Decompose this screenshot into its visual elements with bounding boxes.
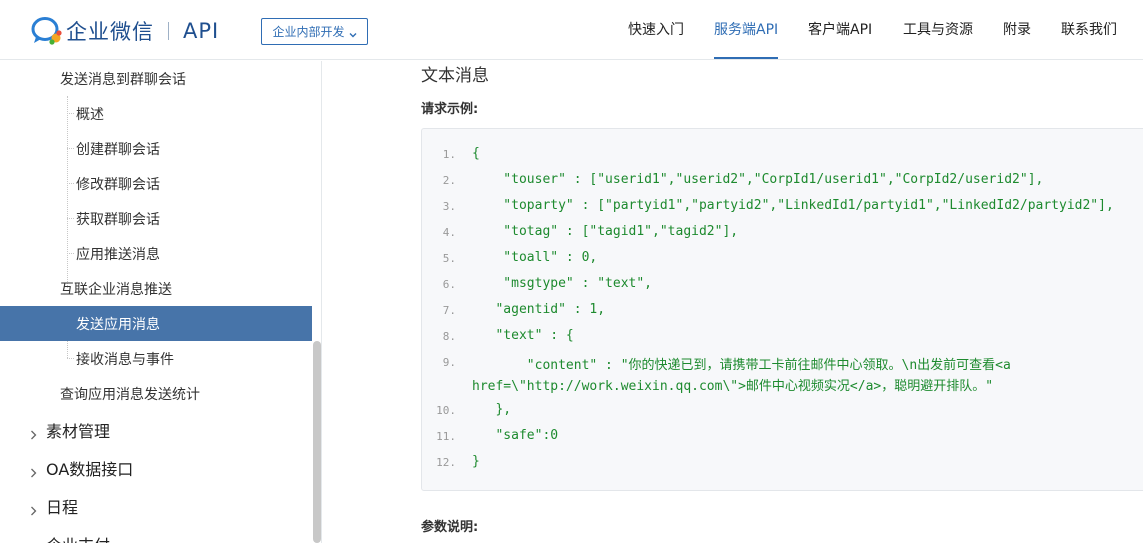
nav-server-api[interactable]: 服务端API — [714, 0, 779, 60]
chevron-right-icon — [30, 539, 37, 543]
main-content: 文本消息 请求示例: 1. {2. "touser" : ["userid1","… — [322, 61, 1143, 543]
sidebar-item-label: 素材管理 — [46, 422, 111, 441]
line-number: 10. — [436, 404, 456, 417]
code-text: } — [472, 454, 480, 469]
sidebar-item-label: 创建群聊会话 — [76, 141, 160, 158]
code-text: "text" : { — [472, 328, 574, 343]
sidebar-item-oa-data-api[interactable]: OA数据接口 — [0, 449, 312, 487]
sidebar-item-send-app-message[interactable]: 发送应用消息 — [0, 306, 312, 341]
code-text: "touser" : ["userid1","userid2","CorpId1… — [472, 172, 1044, 187]
code-text: "safe":0 — [472, 428, 559, 443]
line-number: 4. — [442, 226, 456, 239]
sidebar-item-create-group-chat[interactable]: 创建群聊会话 — [0, 131, 312, 166]
sidebar-item-schedule[interactable]: 日程 — [0, 487, 312, 525]
code-text: "msgtype" : "text", — [472, 276, 653, 291]
sidebar-item-modify-group-chat[interactable]: 修改群聊会话 — [0, 166, 312, 201]
chevron-right-icon — [30, 501, 37, 516]
dropdown-label: 企业内部开发 — [272, 25, 345, 39]
sidebar: 发送消息到群聊会话 概述 创建群聊会话 修改群聊会话 获取群聊会话 应用推送消息… — [0, 61, 322, 543]
sidebar-item-app-push-message[interactable]: 应用推送消息 — [0, 236, 312, 271]
sidebar-item-label: 发送应用消息 — [76, 316, 160, 333]
sidebar-item-label: 获取群聊会话 — [76, 211, 160, 228]
sidebar-item-linked-corp-push[interactable]: 互联企业消息推送 — [0, 271, 312, 306]
nav-client-api[interactable]: 客户端API — [808, 0, 872, 60]
sidebar-scrollbar[interactable] — [313, 341, 321, 543]
sidebar-item-overview[interactable]: 概述 — [0, 96, 312, 131]
sidebar-item-label: OA数据接口 — [46, 460, 134, 479]
logo[interactable]: 企业微信 API — [30, 17, 219, 45]
dev-type-dropdown[interactable]: 企业内部开发 — [261, 18, 368, 45]
sidebar-item-label: 日程 — [46, 498, 79, 517]
logo-api-text: API — [183, 19, 220, 43]
code-block[interactable]: 1. {2. "touser" : ["userid1","userid2","C… — [421, 128, 1143, 491]
chevron-right-icon — [30, 463, 37, 478]
sidebar-item-enterprise-payment[interactable]: 企业支付 — [0, 525, 312, 543]
code-text: "content" : "你的快递已到，请携带工卡前往邮件中心领取。\n出发前可… — [472, 358, 1011, 373]
sidebar-item-label: 发送消息到群聊会话 — [60, 71, 186, 88]
nav-contact-us[interactable]: 联系我们 — [1061, 0, 1117, 60]
line-number: 2. — [442, 174, 456, 187]
section-title: 文本消息 — [421, 66, 489, 86]
nav-quick-start[interactable]: 快速入门 — [628, 0, 684, 60]
top-header: 企业微信 API 企业内部开发 快速入门 服务端API 客户端API 工具与资源… — [0, 0, 1143, 60]
line-number: 1. — [442, 148, 456, 161]
nav-appendix[interactable]: 附录 — [1003, 0, 1031, 60]
code-text: "totag" : ["tagid1","tagid2"], — [472, 224, 739, 239]
sidebar-item-label: 接收消息与事件 — [76, 351, 174, 368]
line-number: 3. — [442, 200, 456, 213]
sidebar-item-label: 概述 — [76, 106, 104, 123]
line-number: 7. — [442, 304, 456, 317]
code-text: "toparty" : ["partyid1","partyid2","Link… — [472, 198, 1114, 213]
sidebar-item-label: 查询应用消息发送统计 — [60, 386, 200, 403]
line-number: 6. — [442, 278, 456, 291]
line-number: 8. — [442, 330, 456, 343]
code-text: "agentid" : 1, — [472, 302, 606, 317]
logo-text: 企业微信 — [66, 20, 154, 44]
chevron-right-icon — [30, 425, 37, 440]
line-number: 9. — [442, 356, 456, 369]
sidebar-item-send-to-group-chat[interactable]: 发送消息到群聊会话 — [0, 61, 312, 96]
sidebar-item-label: 应用推送消息 — [76, 246, 160, 263]
code-text: href=\"http://work.weixin.qq.com\">邮件中心视… — [472, 379, 994, 394]
wecom-logo-icon — [30, 16, 64, 46]
line-number: 11. — [436, 430, 456, 443]
param-description-label: 参数说明: — [421, 520, 479, 535]
logo-separator — [168, 22, 169, 40]
line-number: 12. — [436, 456, 456, 469]
nav-tools-resources[interactable]: 工具与资源 — [903, 0, 973, 60]
sidebar-item-query-message-stats[interactable]: 查询应用消息发送统计 — [0, 376, 312, 411]
chevron-down-icon — [349, 28, 357, 37]
line-number: 5. — [442, 252, 456, 265]
sidebar-item-receive-messages-events[interactable]: 接收消息与事件 — [0, 341, 312, 376]
code-text: "toall" : 0, — [472, 250, 598, 265]
code-text: }, — [472, 402, 512, 417]
sidebar-item-get-group-chat[interactable]: 获取群聊会话 — [0, 201, 312, 236]
sidebar-item-label: 修改群聊会话 — [76, 176, 160, 193]
sidebar-item-material-management[interactable]: 素材管理 — [0, 411, 312, 449]
sidebar-item-label: 互联企业消息推送 — [60, 281, 172, 298]
code-text: { — [472, 146, 480, 161]
sidebar-item-label: 企业支付 — [46, 532, 110, 543]
request-example-label: 请求示例: — [421, 102, 479, 117]
